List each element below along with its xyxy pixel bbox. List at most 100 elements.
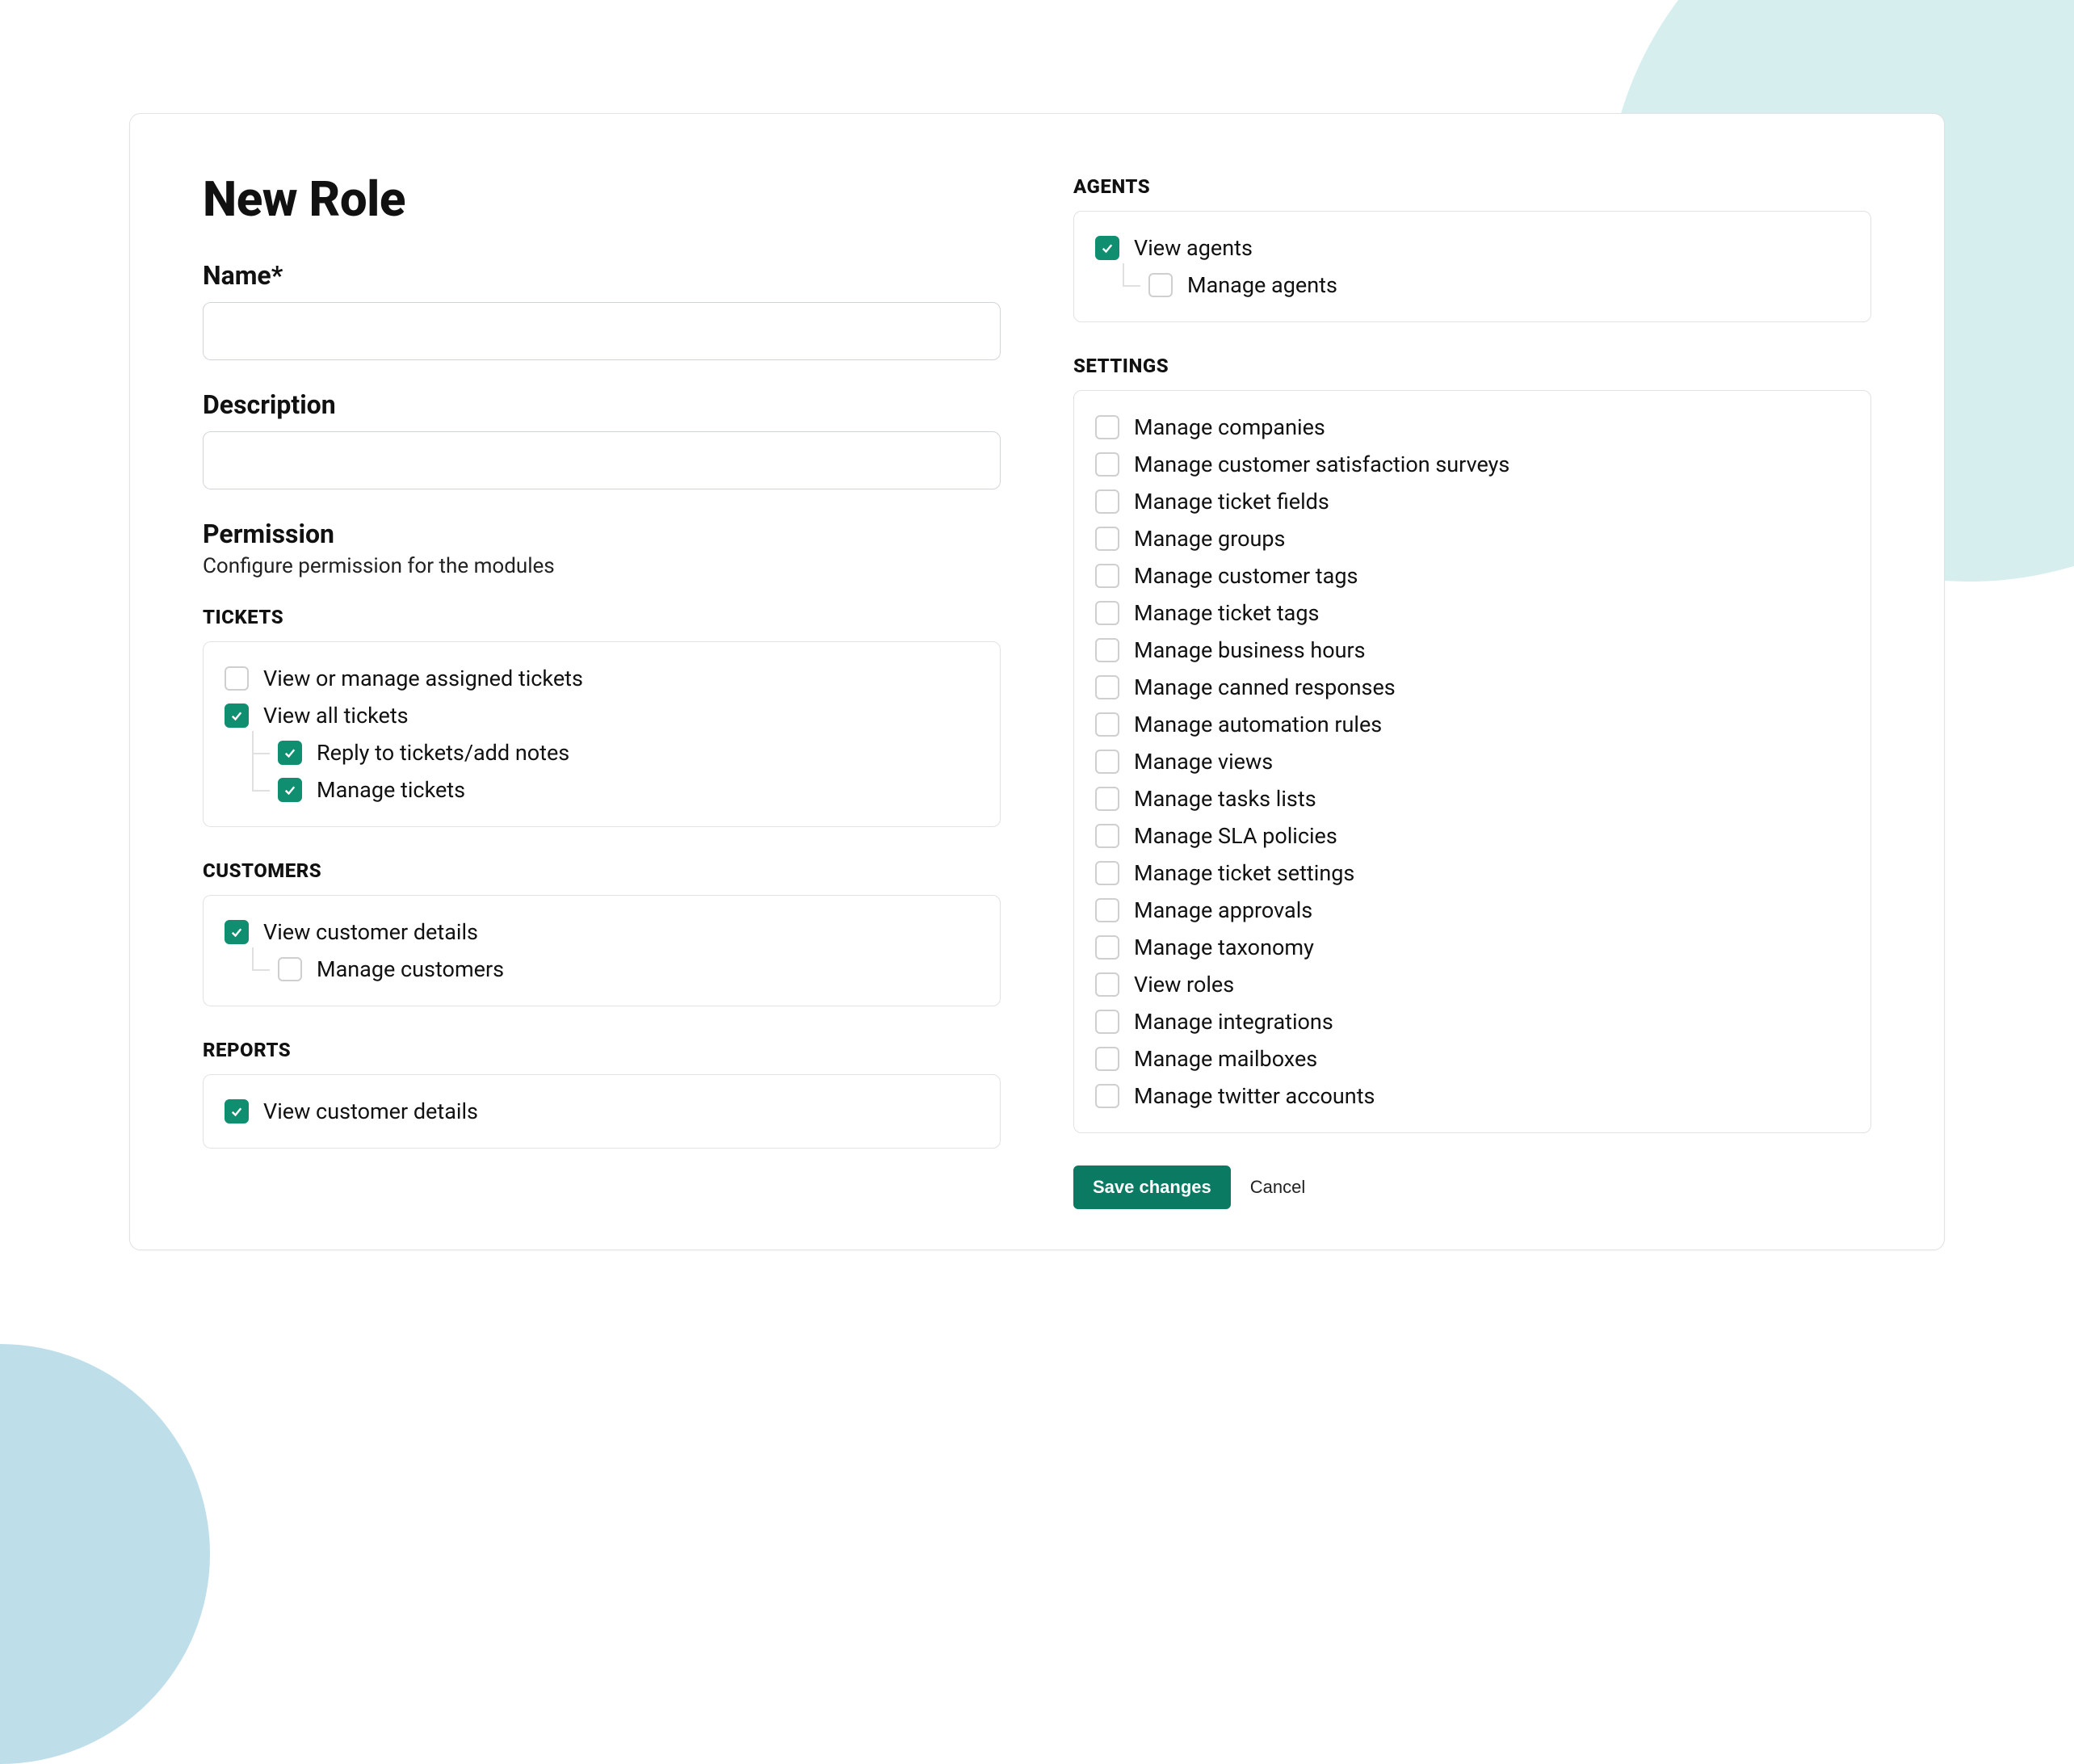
description-input[interactable] (203, 431, 1001, 489)
permission-label: Manage companies (1134, 414, 1325, 440)
permission-label: Manage approvals (1134, 897, 1312, 923)
permission-row[interactable]: Manage ticket settings (1095, 855, 1849, 892)
group-box-tickets: View or manage assigned tickets View all … (203, 641, 1001, 827)
permission-row[interactable]: Manage approvals (1095, 892, 1849, 929)
checkbox-unchecked-icon[interactable] (1095, 1084, 1119, 1108)
checkbox-unchecked-icon[interactable] (1095, 452, 1119, 477)
permission-row[interactable]: Manage customers (278, 951, 979, 988)
save-button[interactable]: Save changes (1073, 1166, 1231, 1209)
checkbox-unchecked-icon[interactable] (1095, 750, 1119, 774)
checkbox-checked-icon[interactable] (278, 741, 302, 765)
group-heading-agents: AGENTS (1073, 175, 1871, 198)
permission-row[interactable]: View roles (1095, 966, 1849, 1003)
group-heading-reports: REPORTS (203, 1039, 1001, 1061)
description-label: Description (203, 389, 1001, 420)
permission-label: Manage tickets (317, 777, 465, 803)
permission-label: Manage canned responses (1134, 674, 1396, 700)
group-heading-tickets: TICKETS (203, 606, 1001, 628)
checkbox-unchecked-icon[interactable] (1095, 972, 1119, 997)
permission-row[interactable]: Manage views (1095, 743, 1849, 780)
permission-label: View customer details (263, 1098, 478, 1124)
checkbox-checked-icon[interactable] (278, 778, 302, 802)
permission-row[interactable]: Reply to tickets/add notes (278, 734, 979, 771)
name-label: Name* (203, 260, 1001, 291)
permission-row[interactable]: Manage SLA policies (1095, 817, 1849, 855)
checkbox-unchecked-icon[interactable] (225, 666, 249, 691)
group-box-settings: Manage companies Manage customer satisfac… (1073, 390, 1871, 1133)
checkbox-unchecked-icon[interactable] (1095, 527, 1119, 551)
checkbox-checked-icon[interactable] (225, 920, 249, 944)
checkbox-unchecked-icon[interactable] (1095, 564, 1119, 588)
role-form-card: New Role Name* Description Permission Co… (129, 113, 1945, 1250)
checkbox-unchecked-icon[interactable] (1095, 787, 1119, 811)
permission-row[interactable]: Manage automation rules (1095, 706, 1849, 743)
permission-label: Manage SLA policies (1134, 823, 1337, 849)
permission-label: Manage automation rules (1134, 712, 1382, 737)
checkbox-unchecked-icon[interactable] (1148, 273, 1173, 297)
permission-row[interactable]: View customer details (225, 1093, 979, 1130)
permission-row[interactable]: Manage business hours (1095, 632, 1849, 669)
permission-row[interactable]: Manage customer satisfaction surveys (1095, 446, 1849, 483)
group-box-agents: View agents Manage agents (1073, 211, 1871, 322)
permission-label: Manage business hours (1134, 637, 1366, 663)
permission-label: Manage integrations (1134, 1009, 1333, 1035)
permission-label: Manage views (1134, 749, 1273, 775)
permission-row[interactable]: Manage tickets (278, 771, 979, 808)
checkbox-unchecked-icon[interactable] (1095, 898, 1119, 922)
left-column: New Role Name* Description Permission Co… (203, 170, 1001, 1209)
permission-row[interactable]: Manage ticket fields (1095, 483, 1849, 520)
checkbox-unchecked-icon[interactable] (1095, 1010, 1119, 1034)
checkbox-unchecked-icon[interactable] (1095, 638, 1119, 662)
permission-label: Manage customer satisfaction surveys (1134, 452, 1509, 477)
permission-row[interactable]: View customer details (225, 914, 979, 951)
group-heading-settings: SETTINGS (1073, 355, 1871, 377)
name-input[interactable] (203, 302, 1001, 360)
checkbox-unchecked-icon[interactable] (278, 957, 302, 981)
permission-row[interactable]: Manage customer tags (1095, 557, 1849, 594)
permission-label: Manage ticket settings (1134, 860, 1354, 886)
permission-label: View customer details (263, 919, 478, 945)
checkbox-unchecked-icon[interactable] (1095, 824, 1119, 848)
permission-label: View or manage assigned tickets (263, 666, 583, 691)
checkbox-unchecked-icon[interactable] (1095, 1047, 1119, 1071)
permission-label: View all tickets (263, 703, 409, 729)
checkbox-unchecked-icon[interactable] (1095, 935, 1119, 960)
checkbox-unchecked-icon[interactable] (1095, 489, 1119, 514)
permission-label: Manage tasks lists (1134, 786, 1316, 812)
checkbox-unchecked-icon[interactable] (1095, 415, 1119, 439)
permission-label: Reply to tickets/add notes (317, 740, 569, 766)
permission-row[interactable]: Manage integrations (1095, 1003, 1849, 1040)
page-title: New Role (203, 170, 1001, 228)
checkbox-checked-icon[interactable] (225, 1099, 249, 1124)
permission-label: Manage customers (317, 956, 504, 982)
permission-row[interactable]: Manage tasks lists (1095, 780, 1849, 817)
nested-permissions: Manage customers (239, 951, 979, 988)
permission-row[interactable]: Manage twitter accounts (1095, 1077, 1849, 1115)
permission-label: View roles (1134, 972, 1234, 998)
permission-row[interactable]: View agents (1095, 229, 1849, 267)
permission-row[interactable]: Manage companies (1095, 409, 1849, 446)
permission-row[interactable]: View all tickets (225, 697, 979, 734)
decorative-circle-bottom (0, 1344, 210, 1764)
permission-row[interactable]: Manage mailboxes (1095, 1040, 1849, 1077)
permission-row[interactable]: View or manage assigned tickets (225, 660, 979, 697)
checkbox-unchecked-icon[interactable] (1095, 601, 1119, 625)
permission-row[interactable]: Manage groups (1095, 520, 1849, 557)
permission-row[interactable]: Manage agents (1148, 267, 1849, 304)
checkbox-unchecked-icon[interactable] (1095, 712, 1119, 737)
permission-row[interactable]: Manage taxonomy (1095, 929, 1849, 966)
permission-row[interactable]: Manage ticket tags (1095, 594, 1849, 632)
checkbox-unchecked-icon[interactable] (1095, 675, 1119, 699)
cancel-button[interactable]: Cancel (1250, 1177, 1305, 1198)
nested-permissions: Reply to tickets/add notes Manage tickets (239, 734, 979, 808)
checkbox-checked-icon[interactable] (225, 704, 249, 728)
permission-row[interactable]: Manage canned responses (1095, 669, 1849, 706)
permission-subtitle: Configure permission for the modules (203, 554, 1001, 578)
group-box-reports: View customer details (203, 1074, 1001, 1149)
checkbox-unchecked-icon[interactable] (1095, 861, 1119, 885)
checkbox-checked-icon[interactable] (1095, 236, 1119, 260)
permission-label: Manage twitter accounts (1134, 1083, 1375, 1109)
group-heading-customers: CUSTOMERS (203, 859, 1001, 882)
permission-label: Manage agents (1187, 272, 1337, 298)
permission-label: Manage mailboxes (1134, 1046, 1317, 1072)
